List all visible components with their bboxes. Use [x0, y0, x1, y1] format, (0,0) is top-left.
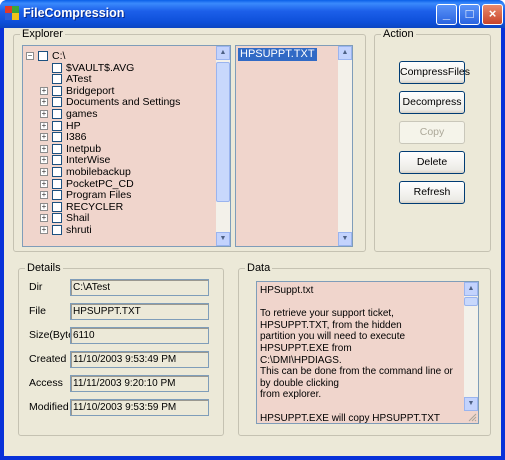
scroll-up-arrow-icon[interactable]: ▲ [464, 282, 478, 296]
tree-item-label: games [66, 108, 98, 120]
tree-item-label: HP [66, 119, 81, 132]
tree-item-label: Bridgeport [66, 84, 115, 97]
refresh-button[interactable]: Refresh [399, 181, 465, 204]
scroll-down-arrow-icon[interactable]: ▼ [464, 397, 478, 411]
window-title: FileCompression [23, 6, 125, 20]
expand-icon[interactable]: + [40, 98, 48, 107]
scroll-thumb[interactable] [464, 297, 478, 306]
detail-label: File [29, 305, 46, 317]
tree-checkbox[interactable] [52, 201, 62, 212]
client-area: Explorer − C:\ $VAULT$.AVG ATest + Bridgeport… [4, 28, 501, 456]
tree-checkbox[interactable] [52, 225, 62, 235]
tree-checkbox[interactable] [52, 213, 62, 224]
expand-icon[interactable]: + [40, 179, 48, 188]
file-list-item[interactable]: HPSUPPT.TXT [238, 48, 317, 61]
data-content: HPSuppt.txt To retrieve your support tic… [260, 285, 453, 424]
tree-checkbox[interactable] [52, 155, 62, 166]
expand-icon[interactable]: + [40, 133, 48, 142]
scroll-up-arrow-icon[interactable]: ▲ [338, 46, 352, 60]
detail-value: 11/10/2003 9:53:49 PM [70, 351, 209, 368]
title-bar[interactable]: FileCompression _ □ × [0, 0, 505, 28]
app-icon [5, 6, 19, 20]
detail-label: Created [29, 353, 67, 365]
resize-grip-icon[interactable] [467, 412, 477, 422]
tree-checkbox[interactable] [52, 190, 62, 201]
tree-item-label: shruti [66, 224, 92, 236]
tree-item-label: C:\ [52, 50, 66, 62]
scroll-thumb[interactable] [216, 62, 230, 202]
close-button[interactable]: × [482, 4, 503, 25]
collapse-icon[interactable]: − [26, 52, 34, 60]
detail-value: 11/11/2003 9:20:10 PM [70, 375, 209, 392]
expand-icon[interactable]: + [40, 110, 48, 118]
explorer-group: Explorer − C:\ $VAULT$.AVG ATest + Bridgeport… [13, 28, 366, 252]
action-group-label: Action [381, 28, 416, 40]
decompress-button[interactable]: Decompress [399, 91, 465, 114]
expand-icon[interactable]: + [40, 168, 48, 176]
tree-checkbox[interactable] [38, 51, 48, 61]
expand-icon[interactable]: + [40, 202, 48, 211]
expand-icon[interactable]: + [40, 144, 48, 153]
detail-value: 11/10/2003 9:53:59 PM [70, 399, 209, 416]
tree-checkbox[interactable] [52, 109, 62, 119]
details-group-label: Details [25, 262, 63, 274]
tree-checkbox[interactable] [52, 74, 62, 85]
tree-item-label: Documents and Settings [66, 96, 181, 109]
detail-value: HPSUPPT.TXT [70, 303, 209, 320]
file-list[interactable]: HPSUPPT.TXT ▲ ▼ [235, 45, 353, 247]
detail-value: C:\ATest [70, 279, 209, 296]
data-textarea[interactable]: HPSuppt.txt To retrieve your support tic… [256, 281, 479, 424]
data-group-label: Data [245, 262, 273, 274]
tree-checkbox[interactable] [52, 143, 62, 154]
tree-scrollbar[interactable]: ▲ ▼ [216, 46, 230, 246]
expand-icon[interactable]: + [40, 191, 48, 200]
tree-checkbox[interactable] [52, 132, 62, 143]
expand-icon[interactable]: + [40, 86, 48, 95]
copy-button[interactable]: Copy [399, 121, 465, 144]
tree-checkbox[interactable] [52, 178, 62, 189]
scroll-down-arrow-icon[interactable]: ▼ [216, 232, 230, 246]
expand-icon[interactable]: + [40, 214, 48, 223]
details-group: Details Dir C:\ATest File HPSUPPT.TXT Size(B… [18, 262, 224, 436]
data-scrollbar[interactable]: ▲ ▼ [464, 282, 478, 411]
tree-item-label: Shail [66, 212, 90, 225]
scroll-up-arrow-icon[interactable]: ▲ [216, 46, 230, 60]
tree-checkbox[interactable] [52, 85, 62, 96]
tree-item-label: InterWise [66, 154, 111, 167]
tree-item-label: I386 [66, 131, 87, 144]
tree-item-label: ATest [66, 73, 92, 86]
expand-icon[interactable]: + [40, 226, 48, 234]
detail-label: Access [29, 377, 63, 389]
compress-files-button[interactable]: CompressFiles [399, 61, 470, 84]
expand-icon[interactable]: + [40, 121, 48, 130]
minimize-button[interactable]: _ [436, 4, 457, 25]
tree-checkbox[interactable] [52, 62, 62, 73]
scroll-down-arrow-icon[interactable]: ▼ [338, 232, 352, 246]
tree-item-label: PocketPC_CD [66, 177, 134, 190]
tree-checkbox[interactable] [52, 97, 62, 108]
action-group: Action CompressFiles Decompress Copy Del… [374, 28, 491, 252]
expand-icon[interactable]: + [40, 156, 48, 165]
tree-item-label: RECYCLER [66, 200, 124, 213]
detail-value: 6110 [70, 327, 209, 344]
app-window: FileCompression _ □ × Explorer − C:\ $VAUL… [0, 0, 505, 460]
data-group: Data HPSuppt.txt To retrieve your suppor… [238, 262, 491, 436]
detail-label: Dir [29, 281, 43, 293]
file-list-scrollbar[interactable]: ▲ ▼ [338, 46, 352, 246]
tree-item-label: $VAULT$.AVG [66, 61, 135, 74]
tree-checkbox[interactable] [52, 120, 62, 131]
folder-tree[interactable]: − C:\ $VAULT$.AVG ATest + Bridgeport + Document… [22, 45, 231, 247]
tree-item-label: Inetpub [66, 142, 102, 155]
tree-item-label: Program Files [66, 189, 132, 202]
detail-label: Modified [29, 401, 69, 413]
tree-item-label: mobilebackup [66, 166, 131, 178]
maximize-button[interactable]: □ [459, 4, 480, 25]
tree-checkbox[interactable] [52, 167, 62, 177]
delete-button[interactable]: Delete [399, 151, 465, 174]
explorer-group-label: Explorer [20, 28, 65, 40]
